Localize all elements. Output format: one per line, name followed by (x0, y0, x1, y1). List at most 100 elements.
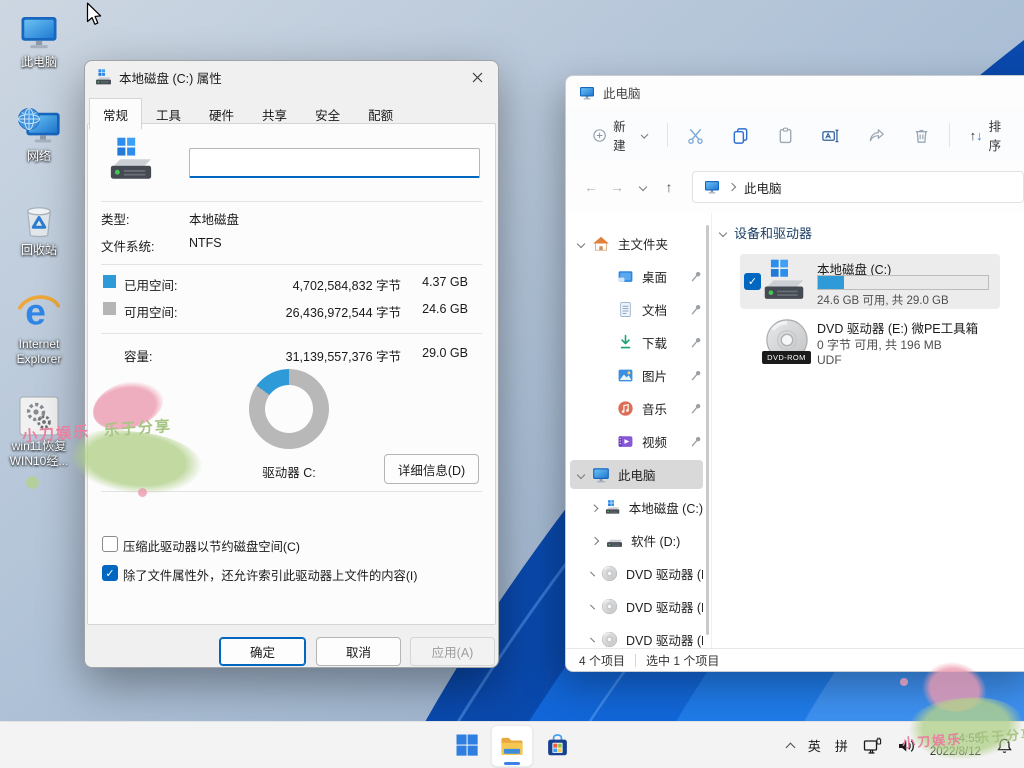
sidebar-item-this-pc[interactable]: 此电脑 (570, 460, 703, 489)
active-app-indicator (504, 762, 520, 765)
cancel-button[interactable]: 取消 (316, 637, 401, 666)
sidebar-item-local-disk-c[interactable]: 本地磁盘 (C:) (570, 493, 703, 522)
rename-button[interactable] (815, 119, 846, 151)
share-button[interactable] (860, 119, 891, 151)
ime-mode-indicator[interactable]: 拼 (835, 736, 848, 755)
chevron-down-icon (639, 183, 647, 191)
desktop-icon-this-pc[interactable]: 此电脑 (0, 12, 78, 70)
volume-label-input[interactable] (189, 148, 480, 178)
tab-sharing[interactable]: 共享 (248, 100, 301, 130)
properties-dialog: 本地磁盘 (C:) 属性 常规 工具 硬件 共享 安全 配额 类型: 本地磁盘 … (84, 60, 499, 668)
desktop-icon-recycle-bin[interactable]: 回收站 (0, 200, 78, 258)
desktop-icon-label: 网络 (27, 149, 51, 164)
chevron-down-icon[interactable] (577, 470, 585, 478)
apply-button[interactable]: 应用(A) (410, 637, 495, 666)
tab-general[interactable]: 常规 (89, 98, 142, 130)
cut-icon (686, 126, 705, 145)
this-pc-icon (592, 466, 610, 484)
notification-bell-button[interactable] (995, 736, 1014, 755)
explorer-navigation-row: ← → ↑ 此电脑 (566, 161, 1024, 213)
dialog-titlebar[interactable]: 本地磁盘 (C:) 属性 (85, 61, 498, 93)
sidebar-item-documents[interactable]: 文档 (570, 295, 703, 324)
sidebar-scrollbar[interactable] (706, 225, 709, 635)
status-divider (635, 654, 636, 667)
compress-checkbox[interactable] (102, 536, 118, 552)
group-header-devices[interactable]: 设备和驱动器 (720, 223, 812, 242)
explorer-window: 此电脑 新建 ↑↓ 排序 ← → ↑ (565, 75, 1024, 672)
chevron-right-icon[interactable] (590, 637, 595, 642)
sort-button[interactable]: ↑↓ 排序 (962, 109, 1018, 161)
dvd-e-item[interactable]: DVD-ROM DVD 驱动器 (E:) 微PE工具箱 0 字节 可用, 共 1… (740, 317, 1020, 373)
tab-security[interactable]: 安全 (301, 100, 354, 130)
network-icon (16, 106, 62, 146)
back-button[interactable]: ← (578, 174, 604, 200)
pin-icon (690, 369, 703, 382)
tab-hardware[interactable]: 硬件 (195, 100, 248, 130)
new-button[interactable]: 新建 (584, 109, 655, 161)
copy-button[interactable] (725, 119, 756, 151)
forward-button[interactable]: → (604, 174, 630, 200)
compress-checkbox-label: 压缩此驱动器以节约磁盘空间(C) (123, 537, 300, 555)
address-bar[interactable]: 此电脑 (692, 171, 1024, 203)
chevron-right-icon[interactable] (591, 503, 599, 511)
tab-tools[interactable]: 工具 (142, 100, 195, 130)
sidebar-item-dvd-f[interactable]: DVD 驱动器 (F (570, 592, 703, 621)
paste-button[interactable] (770, 119, 801, 151)
item-checkbox[interactable]: ✓ (744, 273, 761, 290)
chevron-right-icon (728, 183, 736, 191)
desktop-icon-network[interactable]: 网络 (0, 106, 78, 164)
close-button[interactable] (464, 65, 490, 89)
chevron-right-icon[interactable] (591, 536, 599, 544)
type-label: 类型: (101, 209, 129, 228)
cut-button[interactable] (680, 119, 711, 151)
network-tray-button[interactable] (862, 736, 882, 756)
system-tray: 英 拼 14:55 2022/8/12 (787, 722, 1014, 768)
sidebar-item-dvd-e[interactable]: DVD 驱动器 (E (570, 559, 703, 588)
pin-icon (690, 402, 703, 415)
chevron-right-icon[interactable] (590, 571, 595, 576)
free-space-swatch (103, 302, 116, 315)
toolbar-divider (949, 123, 950, 147)
sidebar-item-videos[interactable]: 视频 (570, 427, 703, 456)
item-count: 4 个项目 (579, 652, 625, 669)
sidebar-item-music[interactable]: 音乐 (570, 394, 703, 423)
desktop-folder-icon (617, 268, 634, 285)
taskbar-store-button[interactable] (537, 725, 577, 765)
ime-language-indicator[interactable]: 英 (808, 736, 821, 755)
chevron-down-icon[interactable] (577, 239, 585, 247)
clock[interactable]: 14:55 2022/8/12 (930, 733, 981, 759)
volume-tray-button[interactable] (896, 736, 916, 756)
capacity-bytes: 31,139,557,376 字节 (251, 346, 401, 365)
explorer-toolbar: 新建 ↑↓ 排序 (566, 109, 1024, 162)
toolbar-divider (667, 123, 668, 147)
trash-icon (912, 126, 931, 145)
free-space-bytes: 26,436,972,544 字节 (251, 302, 401, 321)
capacity-label: 容量: (124, 346, 152, 365)
tab-quota[interactable]: 配额 (354, 100, 407, 130)
recent-locations-button[interactable] (630, 174, 656, 200)
drive-caption: 24.6 GB 可用, 共 29.0 GB (817, 292, 949, 308)
show-hidden-icons-button[interactable] (787, 741, 794, 751)
chevron-right-icon[interactable] (590, 604, 595, 609)
details-button[interactable]: 详细信息(D) (384, 454, 479, 484)
dvd-icon (601, 631, 618, 648)
start-button[interactable] (447, 725, 487, 765)
up-button[interactable]: ↑ (656, 174, 682, 200)
explorer-titlebar[interactable]: 此电脑 (566, 76, 1024, 109)
delete-button[interactable] (906, 119, 937, 151)
desktop-icon-win11-restore[interactable]: win11恢复 WIN10经... (0, 396, 78, 469)
sidebar-item-pictures[interactable]: 图片 (570, 361, 703, 390)
index-checkbox[interactable]: ✓ (102, 565, 118, 581)
sidebar-item-home[interactable]: 主文件夹 (570, 229, 703, 258)
folder-icon (499, 733, 525, 759)
sidebar-item-desktop[interactable]: 桌面 (570, 262, 703, 291)
sidebar-item-drive-d[interactable]: 软件 (D:) (570, 526, 703, 555)
drive-c-item[interactable]: ✓ 本地磁盘 (C:) 24.6 GB 可用, 共 29.0 GB (740, 254, 1000, 309)
desktop-icon-internet-explorer[interactable]: Internet Explorer (0, 290, 78, 367)
sidebar-item-downloads[interactable]: 下载 (570, 328, 703, 357)
taskbar-file-explorer-button[interactable] (491, 725, 533, 767)
tray-time: 14:55 (930, 733, 981, 746)
bell-icon (995, 736, 1014, 755)
ok-button[interactable]: 确定 (219, 637, 306, 666)
home-icon (592, 235, 610, 253)
